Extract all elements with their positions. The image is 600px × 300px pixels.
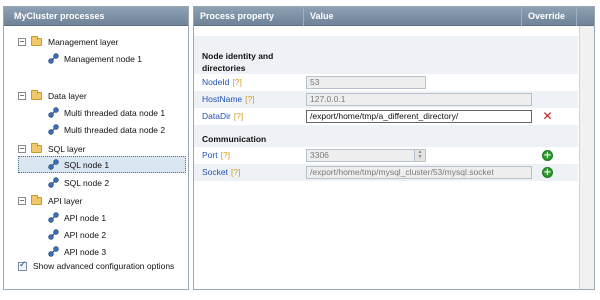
- column-header-override[interactable]: Override: [522, 7, 577, 26]
- folder-icon: [31, 89, 42, 100]
- collapse-toggle-icon[interactable]: −: [18, 196, 26, 205]
- folder-icon: [31, 194, 42, 205]
- process-tree-panel: MyCluster processes − Management layer M…: [3, 6, 189, 290]
- process-node-icon: [48, 159, 59, 170]
- collapse-toggle-icon[interactable]: −: [18, 144, 26, 153]
- property-name: Port: [202, 150, 218, 160]
- tree-layer-label: Management layer: [48, 36, 119, 47]
- property-row-socket: Socket [?] /export/home/tmp/mysql_cluster…: [194, 164, 578, 181]
- property-row-datadir: DataDir [?] /export/home/tmp/a_different_…: [194, 108, 578, 125]
- port-field: 3306 ▲ ▼: [306, 149, 426, 162]
- vertical-scrollbar[interactable]: [579, 26, 594, 289]
- property-label: Socket [?]: [202, 164, 240, 181]
- process-node-icon: [48, 177, 59, 188]
- property-label: DataDir [?]: [202, 108, 243, 125]
- advanced-options-label: Show advanced configuration options: [33, 261, 175, 271]
- tree-layer-label: Data layer: [48, 90, 87, 101]
- tree-layer-label: API layer: [48, 195, 83, 206]
- property-name: Socket: [202, 167, 228, 177]
- help-link[interactable]: [?]: [221, 150, 230, 160]
- tree-node-api-1[interactable]: API node 1: [48, 209, 106, 226]
- tree-layer-management[interactable]: − Management layer: [18, 33, 118, 50]
- property-name: HostName: [202, 94, 243, 104]
- property-label: NodeId [?]: [202, 74, 242, 91]
- tree-node-label: SQL node 1: [64, 159, 110, 170]
- section-title: Node identity and directories: [202, 51, 274, 73]
- property-label: Port [?]: [202, 147, 230, 164]
- tree-node-label: Multi threaded data node 2: [64, 124, 166, 135]
- tree-node-label: Management node 1: [64, 53, 142, 64]
- process-node-icon: [48, 53, 59, 64]
- properties-grid-header: Process property Value Override: [194, 7, 594, 26]
- help-link[interactable]: [?]: [231, 167, 240, 177]
- property-row-nodeid: NodeId [?] 53: [194, 74, 578, 91]
- process-properties-panel: Process property Value Override Node ide…: [193, 6, 595, 290]
- process-node-icon: [48, 246, 59, 257]
- datadir-input[interactable]: /export/home/tmp/a_different_directory/: [306, 110, 532, 123]
- process-tree-title: MyCluster processes: [4, 7, 188, 26]
- tree-node-management-1[interactable]: Management node 1: [48, 50, 142, 67]
- port-value: 3306: [310, 150, 329, 160]
- delete-override-icon[interactable]: ✕: [542, 110, 553, 122]
- add-override-icon[interactable]: +: [542, 150, 553, 161]
- tree-layer-sql[interactable]: − SQL layer: [18, 140, 85, 157]
- collapse-toggle-icon[interactable]: −: [18, 37, 26, 46]
- tree-node-sql-2[interactable]: SQL node 2: [48, 174, 109, 191]
- tree-node-api-2[interactable]: API node 2: [48, 226, 106, 243]
- help-link[interactable]: [?]: [232, 77, 241, 87]
- tree-node-sql-1[interactable]: SQL node 1: [18, 156, 186, 173]
- tree-node-label: API node 1: [64, 212, 107, 223]
- spinner-arrows-icon: ▲ ▼: [414, 150, 425, 161]
- nodeid-field: 53: [306, 76, 426, 89]
- folder-icon: [31, 35, 42, 46]
- section-row-identity: Node identity and directories: [194, 36, 578, 74]
- tree-layer-data[interactable]: − Data layer: [18, 87, 87, 104]
- tree-node-data-1[interactable]: Multi threaded data node 1: [48, 104, 165, 121]
- socket-field: /export/home/tmp/mysql_cluster/53/mysql.…: [306, 166, 532, 179]
- main-frame: MyCluster processes − Management layer M…: [3, 6, 595, 290]
- hostname-field: 127.0.0.1: [306, 93, 532, 106]
- tree-node-api-3[interactable]: API node 3: [48, 243, 106, 260]
- property-name: DataDir: [202, 111, 231, 121]
- column-header-value[interactable]: Value: [304, 7, 522, 26]
- process-node-icon: [48, 229, 59, 240]
- tree-layer-api[interactable]: − API layer: [18, 192, 83, 209]
- process-node-icon: [48, 212, 59, 223]
- add-override-icon[interactable]: +: [542, 167, 553, 178]
- collapse-toggle-icon[interactable]: −: [18, 91, 26, 100]
- tree-layer-label: SQL layer: [48, 143, 86, 154]
- process-node-icon: [48, 124, 59, 135]
- tree-node-data-2[interactable]: Multi threaded data node 2: [48, 121, 165, 138]
- tree-node-label: SQL node 2: [64, 177, 110, 188]
- section-row-communication: Communication: [194, 125, 578, 147]
- section-title: Communication: [202, 134, 267, 144]
- advanced-options-toggle[interactable]: Show advanced configuration options: [18, 260, 175, 271]
- tree-node-label: API node 3: [64, 246, 107, 257]
- help-link[interactable]: [?]: [234, 111, 243, 121]
- tree-node-label: Multi threaded data node 1: [64, 107, 166, 118]
- process-node-icon: [48, 107, 59, 118]
- property-name: NodeId: [202, 77, 230, 87]
- help-link[interactable]: [?]: [245, 94, 254, 104]
- folder-icon: [31, 142, 42, 153]
- property-label: HostName [?]: [202, 91, 255, 108]
- tree-node-label: API node 2: [64, 229, 107, 240]
- property-row-hostname: HostName [?] 127.0.0.1: [194, 91, 578, 108]
- column-header-property[interactable]: Process property: [194, 7, 304, 26]
- property-row-port: Port [?] 3306 ▲ ▼ +: [194, 147, 578, 164]
- advanced-options-checkbox[interactable]: [18, 260, 27, 271]
